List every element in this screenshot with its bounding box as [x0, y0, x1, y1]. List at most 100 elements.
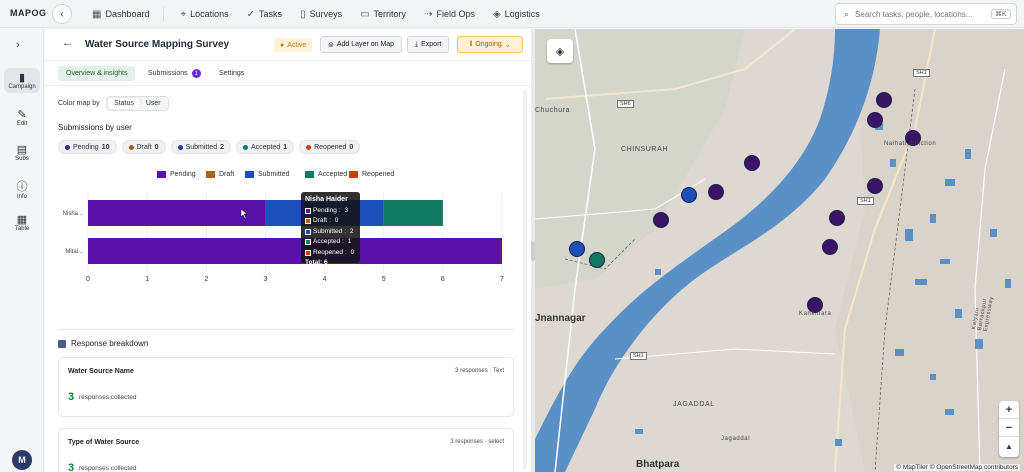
- rail-edit[interactable]: ✎ Edit: [4, 108, 40, 127]
- section-divider: [58, 329, 514, 330]
- road-badge: SH6: [617, 100, 634, 108]
- map-attribution[interactable]: © MapTiler © OpenStreetMap contributors: [894, 464, 1020, 471]
- tooltip-total: Total: 6: [305, 258, 356, 269]
- expand-rail-button[interactable]: ›: [16, 39, 20, 51]
- count-badge: 1: [191, 69, 201, 78]
- toggle-user[interactable]: User: [140, 98, 167, 109]
- box-icon: ◈: [492, 8, 501, 20]
- pond: [975, 339, 983, 349]
- layers-button[interactable]: ◈: [547, 39, 573, 63]
- response-count-label: responses collected: [79, 465, 137, 472]
- rail-info[interactable]: ⓘ Info: [4, 178, 40, 200]
- rail-campaign[interactable]: ▮ Campaign: [4, 68, 40, 93]
- nav-label: Surveys: [309, 9, 343, 19]
- dot-icon: [243, 144, 249, 150]
- global-search[interactable]: ⌕ ⌘K: [835, 3, 1017, 25]
- left-rail: › ▮ Campaign ✎ Edit ▤ Subs ⓘ Info ▦ Tabl…: [0, 29, 44, 472]
- response-count: 3: [68, 462, 75, 472]
- chip-draft[interactable]: Draft 0: [121, 140, 166, 154]
- file-icon: ▤: [16, 144, 28, 156]
- road-badge: SH1: [857, 197, 874, 205]
- nav-territory[interactable]: ▭ Territory: [360, 9, 406, 20]
- bar-segment-pending[interactable]: [88, 200, 266, 226]
- chip-accepted[interactable]: Accepted 1: [236, 140, 295, 154]
- tab-settings[interactable]: Settings: [211, 66, 252, 81]
- response-card[interactable]: Type of Water Source 3 responses · selec…: [58, 428, 514, 472]
- chip-count: 2: [220, 143, 225, 151]
- compass-button[interactable]: ▲: [999, 437, 1019, 455]
- rail-subs[interactable]: ▤ Subs: [4, 143, 40, 162]
- nav-locations[interactable]: ⌖ Locations: [180, 9, 228, 20]
- map-view[interactable]: Chuchura CHINSURAH Naihati Junction Kank…: [535, 29, 1024, 472]
- swatch: [305, 228, 311, 235]
- map-marker[interactable]: [569, 241, 585, 257]
- nav-dashboard[interactable]: ▦ Dashboard: [92, 9, 149, 20]
- chevron-down-icon: ⌄: [504, 41, 511, 49]
- state-dropdown[interactable]: ‖ Ongoing ⌄: [457, 36, 523, 53]
- back-arrow-icon[interactable]: ←: [62, 37, 73, 49]
- swatch: [305, 218, 311, 225]
- zoom-out-button[interactable]: −: [999, 419, 1019, 437]
- nav-surveys[interactable]: ▯ Surveys: [300, 9, 342, 20]
- chart-icon: [58, 339, 66, 348]
- nav-label: Field Ops: [436, 9, 475, 19]
- bar-segment-pending[interactable]: [88, 238, 502, 264]
- question-name: Water Source Name: [68, 368, 134, 375]
- map-marker[interactable]: [867, 178, 883, 194]
- tab-submissions[interactable]: Submissions 1: [140, 66, 209, 81]
- edit-icon: ✎: [17, 109, 27, 121]
- pond: [835, 439, 842, 446]
- map-marker[interactable]: [867, 112, 883, 128]
- panel-tabs: Overview & insights Submissions 1 Setting…: [45, 62, 531, 86]
- color-map-label: Color map by: [58, 100, 100, 107]
- place-label: Chuchura: [535, 107, 571, 114]
- user-avatar[interactable]: M: [12, 450, 32, 470]
- question-meta: 3 responses · Text: [455, 368, 504, 374]
- app-logo[interactable]: MAPOG: [10, 8, 47, 18]
- panel-header: ← Water Source Mapping Survey ● Active ⊜ A…: [45, 29, 531, 61]
- search-icon: ⌕: [844, 8, 850, 19]
- place-label: JAGADDAL: [673, 401, 715, 408]
- map-marker[interactable]: [653, 212, 669, 228]
- tooltip-row: Reopened: 0: [305, 248, 356, 259]
- nav-tasks[interactable]: ✓ Tasks: [247, 9, 282, 20]
- map-marker[interactable]: [876, 92, 892, 108]
- add-layer-button[interactable]: ⊜ Add Layer on Map: [320, 36, 403, 53]
- x-tick-label: 4: [323, 276, 327, 283]
- dot-icon: [306, 144, 312, 150]
- response-card[interactable]: Water Source Name 3 responses · Text 3 r…: [58, 357, 514, 417]
- chip-reopened[interactable]: Reopened 0: [299, 140, 361, 154]
- dot-icon: [177, 144, 183, 150]
- nav-logistics[interactable]: ◈ Logistics: [493, 9, 540, 20]
- chip-pending[interactable]: Pending 10: [58, 140, 117, 154]
- toggle-status[interactable]: Status: [108, 98, 140, 109]
- panel-scrollbar[interactable]: [523, 89, 527, 469]
- top-bar: MAPOG ‹ ▦ Dashboard ⌖ Locations ✓ Tasks ▯ Su…: [0, 0, 1024, 28]
- check-icon: ✓: [246, 8, 256, 20]
- nav-field-ops[interactable]: ⇢ Field Ops: [424, 9, 475, 20]
- bar-segment-accepted[interactable]: [383, 200, 443, 226]
- map-marker[interactable]: [708, 184, 724, 200]
- nav-label: Dashboard: [105, 9, 150, 19]
- map-canvas: [535, 29, 1024, 472]
- map-marker[interactable]: [681, 187, 697, 203]
- map-marker[interactable]: [744, 155, 760, 171]
- zoom-in-button[interactable]: +: [999, 401, 1019, 419]
- export-button[interactable]: ⤓ Export: [407, 36, 450, 53]
- pond: [955, 309, 962, 318]
- tooltip-row: Accepted: 1: [305, 237, 356, 248]
- main-nav: ▦ Dashboard ⌖ Locations ✓ Tasks ▯ Surveys ▭ T…: [92, 0, 558, 28]
- chip-submitted[interactable]: Submitted 2: [170, 140, 232, 154]
- map-marker[interactable]: [822, 239, 838, 255]
- section-title: Submissions by user: [58, 123, 132, 132]
- place-label: Bhatpara: [636, 459, 680, 470]
- chip-label: Draft: [136, 143, 152, 151]
- x-tick-label: 7: [500, 276, 504, 283]
- map-marker[interactable]: [829, 210, 845, 226]
- back-button[interactable]: ‹: [52, 4, 72, 24]
- tab-overview[interactable]: Overview & insights: [58, 66, 136, 81]
- rail-table[interactable]: ▦ Table: [4, 213, 40, 232]
- search-input[interactable]: [855, 9, 986, 19]
- map-marker[interactable]: [589, 252, 605, 268]
- button-label: Export: [421, 41, 442, 48]
